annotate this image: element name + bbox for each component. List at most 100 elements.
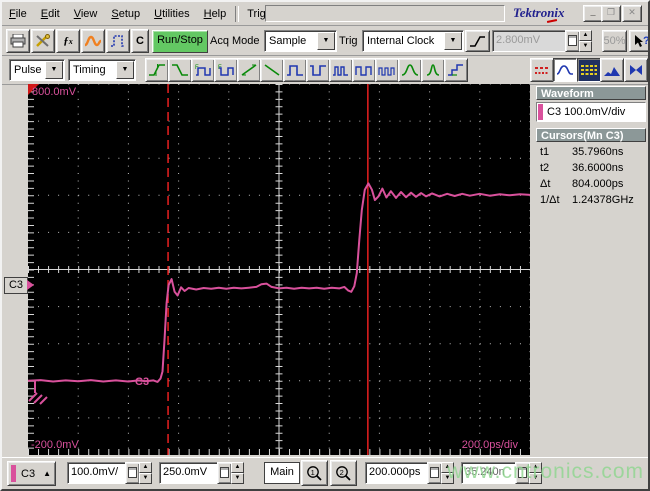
waveform-list-entry[interactable]: C3 100.0mV/div [536,102,646,122]
zoom1-button[interactable]: 1 [301,460,328,486]
delay-icon [448,64,463,76]
measure-neg-pulse-button[interactable] [306,58,330,82]
measure-pos-width-button[interactable]: F [191,58,215,82]
channel-color-swatch [11,465,16,482]
histogram-icon [604,67,620,76]
measure-frequency-button[interactable] [375,58,399,82]
fall-time-icon [172,64,188,76]
cursor-t2-label: t2 [540,162,550,174]
timebase-keypad-button[interactable] [427,462,442,484]
timebase-mode-button[interactable]: Main [264,462,300,484]
measure-rise-slew-button[interactable] [237,58,261,82]
measure-delay-button[interactable] [444,58,468,82]
measure-burst-button[interactable] [329,58,353,82]
neg-width-icon: F [218,65,234,76]
cursors-icon [535,67,549,74]
timebase-spinner[interactable]: ▲ ▼ [441,462,454,484]
trig-level-spinner[interactable]: ▲ ▼ [579,30,592,52]
run-stop-button[interactable]: Run/Stop [152,30,208,53]
print-button[interactable] [6,29,30,53]
spin-up-icon[interactable]: ▲ [579,30,592,41]
cursors-panel-header: Cursors(Mn C3) [536,128,646,142]
menu-view[interactable]: View [67,6,105,22]
menu-utilities[interactable]: Utilities [147,6,196,22]
measure-type-select[interactable]: Pulse ▼ [9,59,65,81]
chevron-down-icon[interactable]: ▼ [45,61,63,79]
keypad-icon [568,35,577,46]
trig-slope-button[interactable] [465,30,490,52]
spin-up-icon[interactable]: ▲ [441,462,454,473]
spin-up-icon[interactable]: ▲ [231,462,244,473]
chevron-down-icon[interactable]: ▼ [317,32,335,50]
spin-down-icon[interactable]: ▼ [579,41,592,52]
mask-test-button[interactable] [624,58,648,82]
math-button[interactable]: ƒx [56,29,80,53]
menu-help[interactable]: Help [197,6,234,22]
waveform-display-button[interactable] [553,58,577,82]
spin-down-icon[interactable]: ▼ [139,473,152,484]
minimize-button[interactable]: _ [583,5,603,22]
cursor-t1-label: t1 [540,146,550,158]
measure-class-select[interactable]: Timing ▼ [68,59,136,81]
c-marker-button[interactable]: C [131,29,149,53]
waveform-button[interactable] [81,29,105,53]
position-spinner[interactable]: ▲ ▼ [231,462,244,484]
menu-edit[interactable]: Edit [34,6,67,22]
trig-level-keypad-button[interactable] [565,30,580,52]
menu-setup[interactable]: Setup [104,6,147,22]
acq-mode-select[interactable]: Sample ▼ [264,30,337,52]
context-help-button[interactable]: ? [629,30,648,52]
channel-c3-marker[interactable]: C3 [4,277,34,294]
measure-neg-peak-button[interactable] [421,58,445,82]
fifty-percent-button[interactable]: 50% [602,30,627,52]
horizontal-position-field[interactable]: 35.240n [461,462,517,484]
measure-pos-peak-button[interactable] [398,58,422,82]
spin-down-icon[interactable]: ▼ [231,473,244,484]
trig-level-field[interactable]: 2.800mV [492,30,566,52]
histogram-grid-button[interactable] [577,58,601,82]
wave-icon [85,35,101,47]
scope-display[interactable]: C3 800.0mV -200.0mV 200.0ps/div [28,84,530,455]
hpos-spinner[interactable]: ▲ ▼ [529,462,542,484]
trig-source-select[interactable]: Internal Clock ▼ [362,30,464,52]
rise-slew-icon [241,64,257,76]
chevron-down-icon[interactable]: ▼ [444,32,462,50]
tools-button[interactable] [31,29,55,53]
chevron-down-icon[interactable]: ▼ [116,61,134,79]
measure-pos-pulse-button[interactable] [283,58,307,82]
spin-down-icon[interactable]: ▼ [441,473,454,484]
measure-period-button[interactable] [352,58,376,82]
pulse-icon [111,35,125,47]
channel-select-button[interactable]: C3 ▲ [7,461,56,486]
cursors-toggle-button[interactable] [530,58,554,82]
timebase-per-div-label: 200.0ps/div [461,439,518,451]
pulse-define-button[interactable] [106,29,130,53]
close-button[interactable]: ✕ [622,5,642,22]
volts-per-div-field[interactable]: 100.0mV/ [67,462,127,484]
measure-rise-time-button[interactable] [145,58,169,82]
main-toolbar: ƒx C Run/Stop Acq Mode Sample ▼ Trig Int… [2,26,648,56]
timebase-field[interactable]: 200.000ps [365,462,429,484]
histogram-button[interactable] [600,58,624,82]
spin-down-icon[interactable]: ▼ [529,473,542,484]
measurement-toolbar: Pulse ▼ Timing ▼ F F [2,56,648,85]
restore-button[interactable]: ❐ [601,5,621,22]
vertical-position-field[interactable]: 250.0mV [159,462,219,484]
spin-up-icon[interactable]: ▲ [139,462,152,473]
waveform-panel-header: Waveform [536,86,646,100]
vertical-min-label: -200.0mV [31,439,79,451]
position-keypad-button[interactable] [217,462,232,484]
measure-fall-time-button[interactable] [168,58,192,82]
vdiv-keypad-button[interactable] [125,462,140,484]
measure-neg-width-button[interactable]: F [214,58,238,82]
zoom2-button[interactable]: 2 [330,460,357,486]
c-icon: C [136,35,144,47]
hpos-keypad-button[interactable] [515,462,530,484]
histogram-grid-icon [581,65,597,75]
measure-fall-slew-button[interactable] [260,58,284,82]
vdiv-spinner[interactable]: ▲ ▼ [139,462,152,484]
spin-up-icon[interactable]: ▲ [529,462,542,473]
neg-pulse-icon [310,65,326,76]
rise-time-icon [149,64,165,76]
menu-file[interactable]: File [2,6,34,22]
